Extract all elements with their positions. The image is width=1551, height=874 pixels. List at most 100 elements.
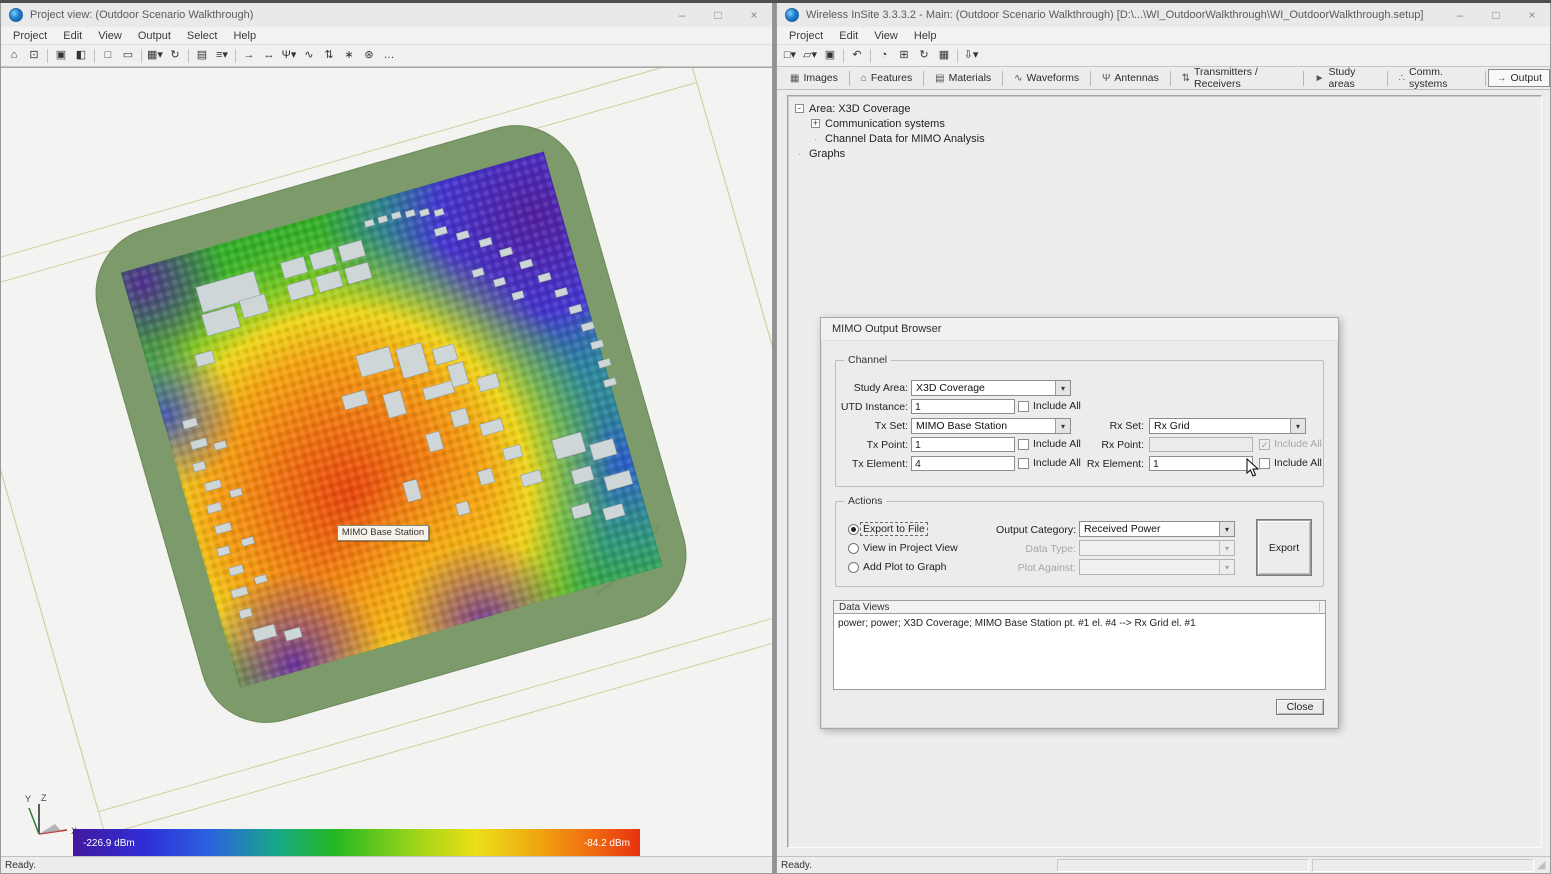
pan-icon[interactable]: ↔	[259, 46, 279, 65]
collapse-icon[interactable]: -	[795, 104, 804, 113]
view-in-project-view-label[interactable]: View in Project View	[863, 542, 958, 554]
tabbar: ▦Images ⌂Features ▤Materials ∿Waveforms …	[777, 67, 1550, 90]
tree-item-communication-systems[interactable]: + Communication systems	[811, 116, 1541, 131]
output-category-combo[interactable]: Received Power ▾	[1079, 521, 1235, 537]
image-options-icon[interactable]: ▦▾	[145, 46, 165, 65]
open-project-icon[interactable]: ▱▾	[800, 46, 820, 65]
maximize-button[interactable]: □	[700, 3, 736, 27]
menu-project[interactable]: Project	[781, 30, 831, 42]
expand-icon[interactable]: +	[811, 119, 820, 128]
right-status-text: Ready.	[777, 860, 1057, 871]
axis-y-label: Y	[25, 794, 31, 804]
rx-set-combo[interactable]: Rx Grid ▾	[1149, 418, 1306, 434]
utd-instance-input[interactable]	[911, 399, 1015, 414]
tab-label: Comm. systems	[1409, 66, 1474, 90]
scene-book-icon[interactable]: ▤	[192, 46, 212, 65]
tab-materials[interactable]: ▤Materials	[927, 69, 999, 87]
coverage-scene[interactable]	[1, 68, 772, 856]
dropdown-arrow-icon[interactable]: ▾	[1219, 522, 1234, 536]
tab-output[interactable]: →Output	[1488, 69, 1550, 87]
menu-view[interactable]: View	[866, 30, 906, 42]
run-export-icon[interactable]: ⇩▾	[961, 46, 981, 65]
select-mode-icon[interactable]: ▣	[51, 46, 71, 65]
tree-item-area-x3d-coverage[interactable]: - Area: X3D Coverage	[795, 101, 1541, 116]
refresh-icon[interactable]: ↻	[914, 46, 934, 65]
toolbar-overflow-icon[interactable]: …	[379, 46, 399, 65]
data-view-row[interactable]: power; power; X3D Coverage; MIMO Base St…	[838, 617, 1321, 630]
wireframe-box-icon[interactable]: □	[98, 46, 118, 65]
new-view-icon[interactable]: ⌂	[4, 46, 24, 65]
view-in-project-view-radio[interactable]	[848, 543, 859, 554]
tab-waveforms[interactable]: ∿Waveforms	[1006, 69, 1087, 87]
display-list-icon[interactable]: ≡▾	[212, 46, 232, 65]
menu-select[interactable]: Select	[179, 30, 226, 42]
menu-output[interactable]: Output	[130, 30, 179, 42]
minimize-button[interactable]: –	[1442, 3, 1478, 27]
close-button[interactable]: ×	[736, 3, 772, 27]
left-titlebar[interactable]: Project view: (Outdoor Scenario Walkthro…	[1, 3, 772, 27]
undo-icon[interactable]: ↶	[847, 46, 867, 65]
close-dialog-button[interactable]: Close	[1276, 699, 1324, 715]
3d-viewport[interactable]: MIMO Base Station Y Z X -226.9 dBm -84.2…	[1, 67, 772, 856]
menu-help[interactable]: Help	[225, 30, 264, 42]
study-area-combo[interactable]: X3D Coverage ▾	[911, 380, 1071, 396]
move-in-icon[interactable]: →	[239, 46, 259, 65]
menu-help[interactable]: Help	[906, 30, 945, 42]
rx-element-include-all-checkbox[interactable]	[1259, 458, 1270, 469]
data-views-list[interactable]: power; power; X3D Coverage; MIMO Base St…	[833, 614, 1326, 690]
tab-features[interactable]: ⌂Features	[853, 69, 920, 87]
tab-comm-systems[interactable]: ∴ Comm. systems	[1391, 63, 1482, 93]
tab-separator	[1002, 71, 1003, 86]
save-project-icon[interactable]: ▣	[820, 46, 840, 65]
waveform-display-icon[interactable]: ∿	[299, 46, 319, 65]
tab-images[interactable]: ▦Images	[782, 69, 846, 87]
tx-set-combo[interactable]: MIMO Base Station ▾	[911, 418, 1071, 434]
txrx-display-icon[interactable]: ⇅	[319, 46, 339, 65]
menu-view[interactable]: View	[90, 30, 130, 42]
menu-edit[interactable]: Edit	[831, 30, 866, 42]
new-project-icon[interactable]: □▾	[780, 46, 800, 65]
solid-box-icon[interactable]: ▭	[118, 46, 138, 65]
fill-style-icon[interactable]: ◧	[71, 46, 91, 65]
rx-element-input[interactable]	[1149, 456, 1253, 471]
radiate-display-icon[interactable]: ∗	[339, 46, 359, 65]
resize-grip[interactable]: ◢	[1537, 858, 1550, 873]
close-button[interactable]: ×	[1514, 3, 1550, 27]
tx-point-input[interactable]	[911, 437, 1015, 452]
maximize-button[interactable]: □	[1478, 3, 1514, 27]
tab-antennas[interactable]: ΨAntennas	[1094, 69, 1167, 87]
minimize-button[interactable]: –	[664, 3, 700, 27]
hierarchy-icon[interactable]: ⊞	[894, 46, 914, 65]
plot-against-combo: ▾	[1079, 559, 1235, 575]
dropdown-arrow-icon[interactable]: ▾	[1290, 419, 1305, 433]
tab-transmitters-receivers[interactable]: ⇅Transmitters / Receivers	[1174, 63, 1300, 93]
tx-element-include-all-checkbox[interactable]	[1018, 458, 1029, 469]
tree-item-graphs[interactable]: · Graphs	[795, 146, 1541, 161]
menu-project[interactable]: Project	[5, 30, 55, 42]
add-plot-to-graph-radio[interactable]	[848, 562, 859, 573]
tab-study-areas[interactable]: ►Study areas	[1307, 63, 1384, 93]
world-clock-icon[interactable]: ◔	[874, 46, 894, 65]
export-to-file-radio[interactable]	[848, 524, 859, 535]
antenna-display-icon[interactable]: Ψ▾	[279, 46, 299, 65]
tree-item-channel-data[interactable]: · Channel Data for MIMO Analysis	[811, 131, 1541, 146]
film-grid-icon[interactable]: ▦	[934, 46, 954, 65]
dropdown-arrow-icon[interactable]: ▾	[1055, 381, 1070, 395]
tx-element-input[interactable]	[911, 456, 1015, 471]
dialog-titlebar[interactable]: MIMO Output Browser	[821, 318, 1338, 341]
output-category-value: Received Power	[1080, 522, 1219, 536]
menu-edit[interactable]: Edit	[55, 30, 90, 42]
print-icon[interactable]: ⊡	[24, 46, 44, 65]
tx-point-include-all-checkbox[interactable]	[1018, 439, 1029, 450]
orbit-view-icon[interactable]: ↻	[165, 46, 185, 65]
tree-label: Graphs	[809, 148, 845, 160]
export-button[interactable]: Export	[1256, 519, 1312, 576]
add-plot-to-graph-label[interactable]: Add Plot to Graph	[863, 561, 946, 573]
export-to-file-label[interactable]: Export to File	[860, 522, 928, 536]
comm-systems-icon: ∴	[1399, 73, 1405, 84]
utd-include-all-checkbox[interactable]	[1018, 401, 1029, 412]
left-status-text: Ready.	[1, 860, 772, 871]
right-titlebar[interactable]: Wireless InSite 3.3.3.2 - Main: (Outdoor…	[777, 3, 1550, 27]
pick-icon[interactable]: ⊛	[359, 46, 379, 65]
toolbar-separator	[47, 49, 48, 63]
